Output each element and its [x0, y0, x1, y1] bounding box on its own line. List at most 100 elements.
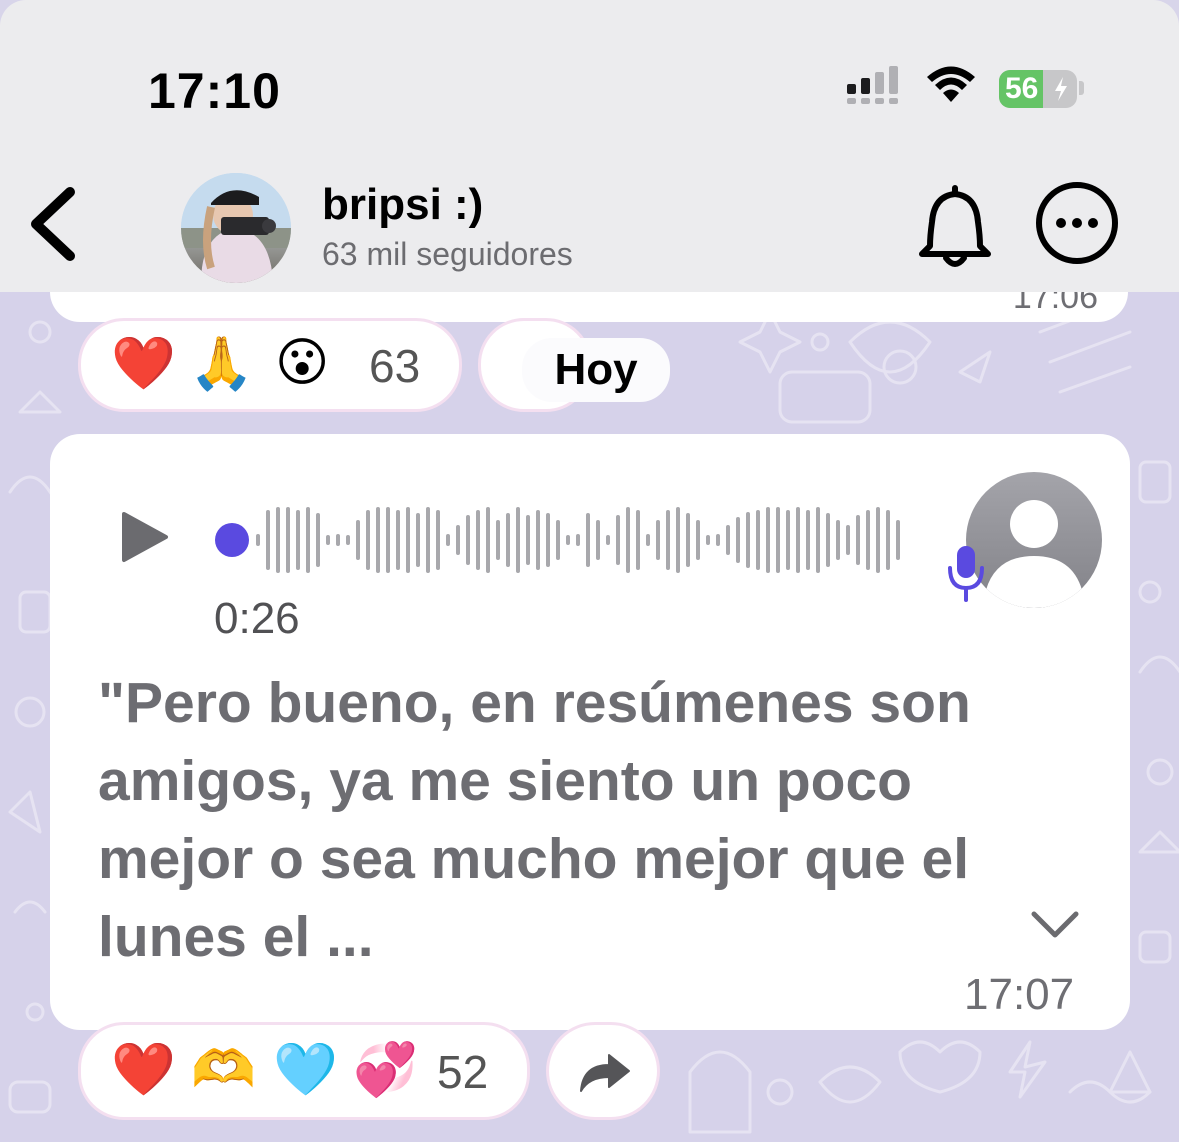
share-arrow-icon	[580, 1054, 630, 1092]
waveform-bar	[776, 507, 780, 573]
waveform-bar	[866, 510, 870, 570]
audio-waveform[interactable]	[212, 500, 912, 580]
waveform-bar	[336, 534, 340, 546]
waveform-bar	[706, 535, 710, 545]
reaction-emoji-heart-hands: 🫶	[191, 1041, 256, 1099]
reaction-emoji-light-blue-heart: 🩵	[273, 1041, 338, 1099]
waveform-bar	[796, 507, 800, 573]
waveform-bar	[606, 535, 610, 545]
default-user-avatar-icon	[966, 472, 1102, 608]
waveform-bar	[306, 507, 310, 573]
waveform-bar	[536, 510, 540, 570]
waveform-bar	[286, 507, 290, 573]
reaction-count: 63	[369, 340, 421, 392]
waveform-bar	[296, 510, 300, 570]
waveform-bar	[656, 520, 660, 560]
waveform-bar	[766, 507, 770, 573]
battery-tip	[1079, 81, 1084, 95]
waveform-bar	[726, 525, 730, 555]
reaction-emoji-two-hearts: 💞	[353, 1041, 418, 1099]
waveform-bar	[446, 534, 450, 546]
reaction-emoji-heart: ❤️	[111, 1041, 176, 1099]
reaction-emoji-heart: ❤️	[111, 335, 176, 393]
waveform-bar	[556, 520, 560, 560]
charging-bolt-icon	[1055, 77, 1067, 101]
waveform-bar	[406, 507, 410, 573]
share-button[interactable]	[546, 1022, 660, 1120]
waveform-bar	[386, 507, 390, 573]
waveform-bar	[546, 513, 550, 567]
bell-icon[interactable]	[912, 182, 998, 270]
followers-count: 63 mil seguidores	[322, 236, 573, 272]
waveform-bar	[506, 513, 510, 567]
microphone-icon	[948, 546, 984, 602]
previous-message-time: 17:06	[1012, 292, 1098, 316]
waveform-bar	[676, 507, 680, 573]
chevron-left-icon[interactable]	[24, 182, 84, 266]
waveform-bar	[836, 520, 840, 560]
waveform-bar	[886, 510, 890, 570]
waveform-bar	[266, 510, 270, 570]
voice-duration: 0:26	[214, 594, 300, 643]
waveform-bar	[826, 513, 830, 567]
previous-reactions-pill[interactable]: ❤️ 🙏 😮 63	[78, 318, 462, 412]
play-icon[interactable]	[120, 510, 170, 564]
reactions-pill[interactable]: ❤️ 🫶 🩵 💞 52	[78, 1022, 530, 1120]
waveform-bar	[746, 512, 750, 568]
waveform-bar	[586, 513, 590, 567]
waveform-bar	[756, 510, 760, 570]
chevron-down-icon[interactable]	[1030, 910, 1080, 940]
waveform-bar	[316, 513, 320, 567]
waveform-bar	[466, 515, 470, 565]
waveform-bar	[716, 534, 720, 546]
battery-percent: 56	[1005, 72, 1039, 105]
waveform-bar	[456, 525, 460, 555]
waveform-bar	[696, 520, 700, 560]
reaction-emoji-pray: 🙏	[189, 335, 254, 393]
top-bar	[0, 0, 1179, 292]
waveform-bar	[366, 510, 370, 570]
waveform-bar	[256, 534, 260, 546]
waveform-bar	[436, 510, 440, 570]
message-time: 17:07	[964, 970, 1075, 1019]
wifi-icon	[927, 66, 975, 102]
date-separator: Hoy	[522, 338, 670, 402]
waveform-bar	[896, 520, 900, 560]
waveform-bar	[496, 520, 500, 560]
battery-charging-icon: 56	[999, 70, 1077, 108]
waveform-bar	[786, 510, 790, 570]
waveform-bar	[646, 534, 650, 546]
waveform-bar	[396, 510, 400, 570]
waveform-bar	[856, 515, 860, 565]
status-time: 17:10	[148, 63, 281, 119]
waveform-bar	[816, 507, 820, 573]
waveform-bar	[416, 513, 420, 567]
waveform-bar	[576, 534, 580, 546]
waveform-bar	[526, 515, 530, 565]
waveform-bar	[666, 510, 670, 570]
voice-transcript: "Pero bueno, en resúmenes son amigos, ya…	[98, 671, 971, 969]
waveform-bar	[876, 507, 880, 573]
waveform-bar	[806, 510, 810, 570]
waveform-bar	[636, 510, 640, 570]
waveform-bar	[276, 507, 280, 573]
channel-name[interactable]: bripsi :)	[322, 180, 483, 230]
avatar-photo	[181, 173, 291, 283]
playback-position-dot[interactable]	[215, 523, 249, 557]
ellipsis-circle-icon[interactable]	[1034, 180, 1120, 266]
waveform-bar	[626, 507, 630, 573]
waveform-bar	[476, 510, 480, 570]
waveform-bar	[566, 535, 570, 545]
waveform-bar	[326, 535, 330, 545]
waveform-bar	[356, 520, 360, 560]
channel-avatar[interactable]	[181, 173, 291, 283]
waveform-bar	[596, 520, 600, 560]
reaction-count: 52	[437, 1046, 489, 1098]
waveform-bar	[426, 507, 430, 573]
waveform-bar	[736, 517, 740, 563]
waveform-bar	[686, 513, 690, 567]
waveform-bar	[516, 507, 520, 573]
reaction-emoji-surprised: 😮	[275, 334, 330, 392]
waveform-bar	[346, 535, 350, 545]
waveform-bar	[846, 525, 850, 555]
